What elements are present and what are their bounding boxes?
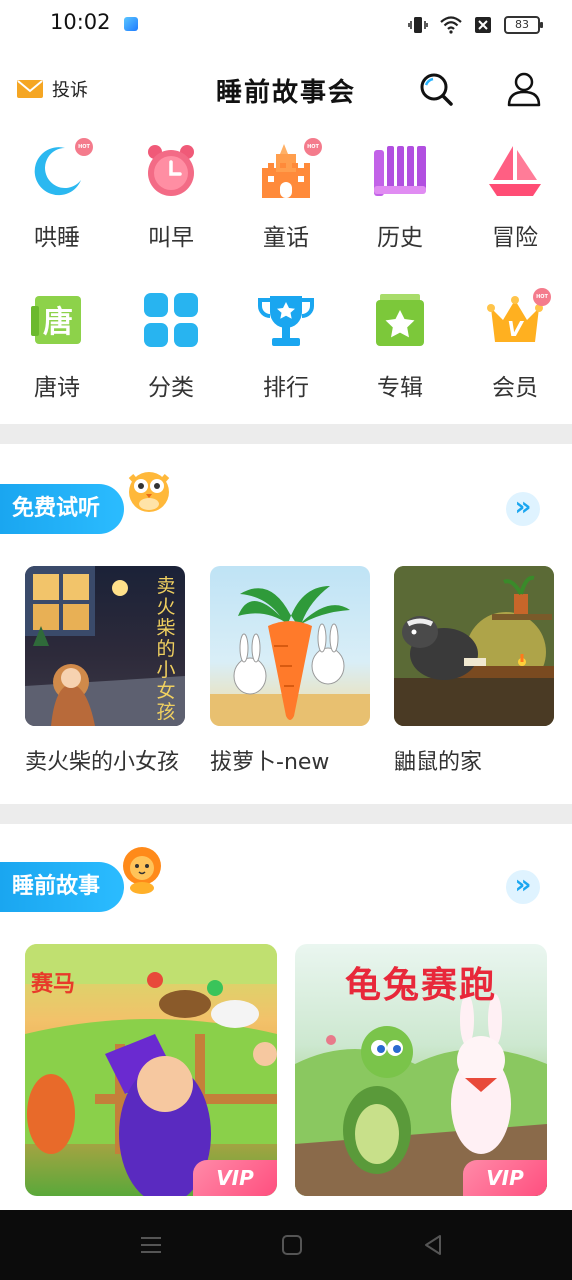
vip-badge: VIP [463, 1160, 547, 1196]
system-nav-bar [0, 1210, 572, 1280]
app-title: 睡前故事会 [215, 78, 356, 108]
grid-label: 唐诗 [34, 375, 80, 401]
lion-mascot-icon [123, 847, 161, 894]
owl-mascot-icon [128, 472, 170, 512]
section-divider [0, 804, 572, 824]
grid-item-wakeup[interactable]: 叫早 [114, 140, 228, 260]
grid-label: 冒险 [492, 225, 538, 251]
grid-item-history[interactable]: 历史 [343, 140, 457, 260]
grid-label: 会员 [492, 375, 538, 401]
svg-text:Z: Z [65, 151, 72, 161]
grid-label: 哄睡 [34, 225, 80, 251]
section-divider [0, 424, 572, 444]
hot-badge: HOT [533, 288, 551, 306]
grid-label: 排行 [263, 375, 309, 401]
user-icon[interactable] [505, 70, 543, 108]
category-grid: ZZ HOT 哄睡 叫早 HOT 童话 历史 冒险 唐 唐诗 分类 排行 专辑 … [0, 138, 572, 410]
moon-sleep-icon: ZZ HOT [27, 138, 93, 200]
status-time: 10:02 [50, 10, 111, 34]
vip-crown-icon: V HOT [485, 288, 551, 350]
search-icon[interactable] [418, 71, 454, 107]
hot-badge: HOT [75, 138, 93, 156]
vip-glyph: V [507, 317, 524, 341]
card-overlay-text: 龟兔赛跑 [344, 965, 497, 1006]
grid-item-sleep[interactable]: ZZ HOT 哄睡 [0, 138, 114, 260]
story-card[interactable]: 拔萝卜-new [210, 566, 370, 776]
app-notification-icon [124, 17, 138, 31]
badger-home-illustration [394, 566, 554, 726]
hot-badge: HOT [304, 138, 322, 156]
free-more-button[interactable] [506, 492, 540, 526]
castle-icon: HOT [256, 138, 322, 200]
grid-label: 分类 [148, 375, 194, 401]
grid-label: 专辑 [377, 375, 423, 401]
category-grid-icon [141, 290, 201, 350]
vip-badge: VIP [193, 1160, 277, 1196]
card-title: 鼬鼠的家 [394, 750, 483, 775]
grid-label: 童话 [263, 225, 309, 251]
story-card[interactable]: 卖火柴的小女孩 卖火柴的小女孩 [25, 566, 185, 776]
grid-item-ranking[interactable]: 排行 [229, 290, 343, 410]
history-bars-icon [370, 140, 430, 200]
story-card-large[interactable]: 龟兔赛跑 VIP [295, 944, 547, 1196]
header: 投诉 睡前故事会 [0, 62, 572, 118]
bedtime-more-button[interactable] [506, 870, 540, 904]
card-overlay-text: 赛马 [31, 972, 76, 997]
grid-item-adventure[interactable]: 冒险 [458, 140, 572, 260]
grid-item-category[interactable]: 分类 [114, 290, 228, 410]
home-icon[interactable] [279, 1232, 305, 1258]
grid-item-tang-poem[interactable]: 唐 唐诗 [0, 290, 114, 410]
no-sim-icon [475, 17, 491, 33]
tang-poem-icon: 唐 [27, 290, 87, 350]
battery-indicator: 83 [504, 16, 543, 34]
card-overlay-text: 卖火柴的小女孩 [156, 575, 176, 723]
alarm-clock-icon [141, 140, 201, 200]
tang-glyph: 唐 [43, 305, 73, 340]
free-section-title: 免费试听 [0, 484, 125, 534]
card-title: 卖火柴的小女孩 [25, 750, 180, 775]
back-icon[interactable] [420, 1232, 446, 1258]
menu-icon[interactable] [138, 1232, 164, 1258]
bedtime-section-title: 睡前故事 [0, 862, 125, 912]
grid-item-vip[interactable]: V HOT 会员 [458, 288, 572, 410]
album-star-icon [370, 290, 430, 350]
story-card-large[interactable]: 赛马 VIP [25, 944, 277, 1196]
match-girl-illustration: 卖火柴的小女孩 [25, 566, 185, 726]
vibrate-icon [408, 17, 428, 33]
status-icons: 83 [408, 14, 543, 36]
story-card[interactable]: 鼬鼠的家 [394, 566, 554, 776]
card-title: 拔萝卜-new [210, 750, 330, 775]
grid-label: 历史 [377, 225, 423, 251]
grid-item-album[interactable]: 专辑 [343, 290, 457, 410]
sailboat-icon [485, 140, 545, 200]
wifi-icon [440, 16, 462, 34]
carrot-rabbits-illustration [210, 566, 370, 726]
trophy-icon [256, 290, 316, 350]
status-bar: 10:02 83 [0, 0, 572, 52]
grid-item-fairytale[interactable]: HOT 童话 [229, 138, 343, 260]
grid-label: 叫早 [148, 225, 194, 251]
